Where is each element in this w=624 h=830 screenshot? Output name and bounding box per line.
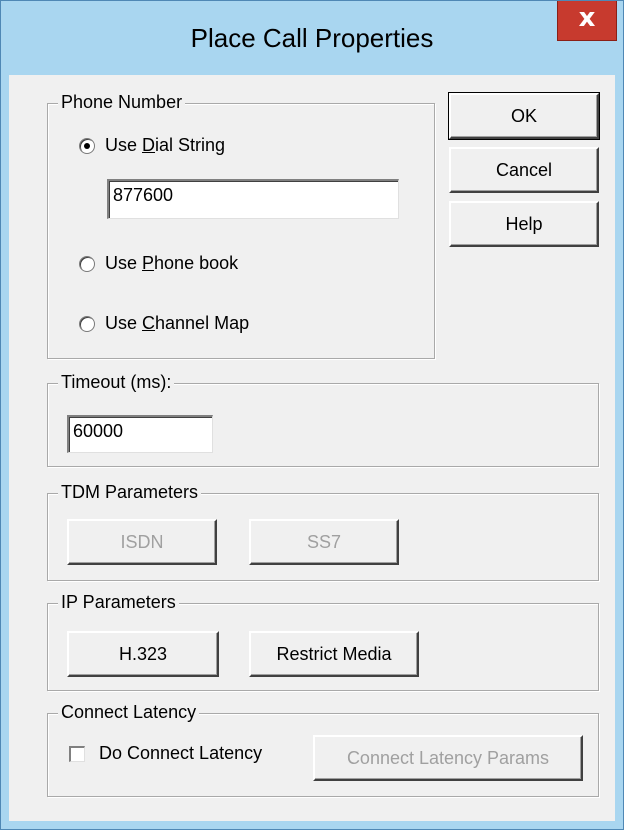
radio-use-dial-string[interactable]: Use Dial String xyxy=(79,135,225,156)
dialog-window: Place Call Properties x Phone Number Use… xyxy=(0,0,624,830)
radio-indicator[interactable] xyxy=(79,315,95,332)
do-connect-latency-checkbox[interactable] xyxy=(69,745,85,762)
help-button[interactable]: Help xyxy=(449,201,599,247)
radio-use-phone-book[interactable]: Use Phone book xyxy=(79,253,238,274)
connect-latency-legend: Connect Latency xyxy=(58,702,200,723)
ok-button[interactable]: OK xyxy=(448,92,600,140)
ss7-button[interactable]: SS7 xyxy=(249,519,399,565)
h323-button[interactable]: H.323 xyxy=(67,631,219,677)
radio-indicator-checked[interactable] xyxy=(79,137,95,154)
cancel-button[interactable]: Cancel xyxy=(449,147,599,193)
radio-dot xyxy=(84,142,90,149)
ip-parameters-legend: IP Parameters xyxy=(58,592,179,613)
close-icon: x xyxy=(578,3,596,33)
radio-label-channel-map: Use Channel Map xyxy=(105,313,250,333)
isdn-button[interactable]: ISDN xyxy=(67,519,217,565)
timeout-legend: Timeout (ms): xyxy=(58,372,175,393)
radio-label-phone-book: Use Phone book xyxy=(105,253,239,273)
dial-string-input[interactable]: 877600 xyxy=(107,179,399,219)
restrict-media-button[interactable]: Restrict Media xyxy=(249,631,419,677)
do-connect-latency-checkbox-row[interactable]: Do Connect Latency xyxy=(69,743,262,764)
connect-latency-params-button[interactable]: Connect Latency Params xyxy=(313,735,583,781)
phone-number-legend: Phone Number xyxy=(58,92,186,113)
radio-indicator[interactable] xyxy=(79,255,95,272)
dialog-body: Phone Number Use Dial String 877600 Use … xyxy=(9,75,615,821)
radio-use-channel-map[interactable]: Use Channel Map xyxy=(79,313,249,334)
radio-label-dial-string: Use Dial String xyxy=(105,135,226,155)
tdm-parameters-legend: TDM Parameters xyxy=(58,482,202,503)
title-bar[interactable]: Place Call Properties x xyxy=(1,1,623,81)
timeout-input[interactable]: 60000 xyxy=(67,415,213,453)
do-connect-latency-label: Do Connect Latency xyxy=(99,743,263,763)
close-button[interactable]: x xyxy=(557,1,617,41)
window-title: Place Call Properties xyxy=(190,23,434,53)
